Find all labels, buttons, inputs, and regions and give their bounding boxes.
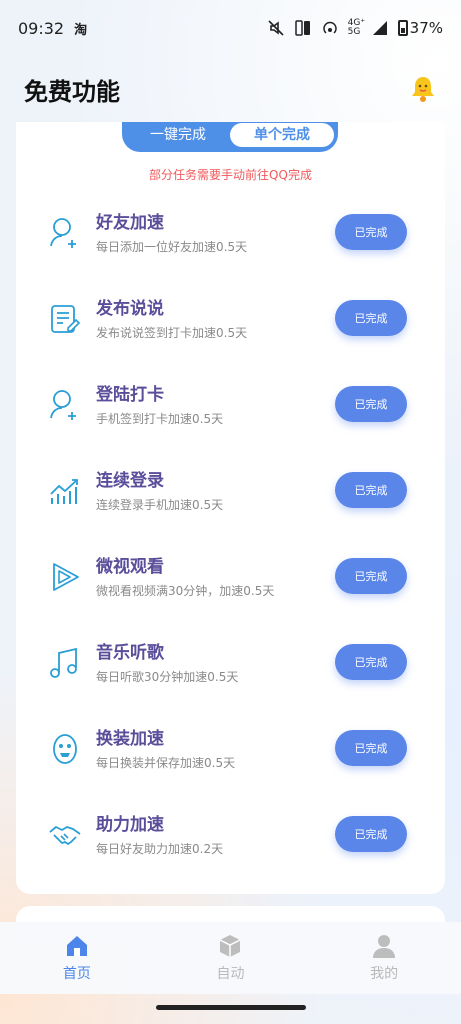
completed-button[interactable]: 已完成 xyxy=(335,386,407,422)
task-row: 连续登录 连续登录手机加速0.5天 已完成 xyxy=(16,450,445,536)
task-desc: 微视看视频满30分钟，加速0.5天 xyxy=(96,584,275,598)
taobao-notification-icon: 淘 xyxy=(74,22,88,38)
battery-icon xyxy=(397,20,408,36)
home-icon xyxy=(66,936,87,956)
battery-percent: 37% xyxy=(409,19,443,37)
growth-chart-icon xyxy=(50,479,78,504)
music-note-icon xyxy=(50,647,77,678)
tab-single[interactable]: 单个完成 xyxy=(230,123,334,147)
add-friend-icon xyxy=(50,218,76,248)
task-title: 连续登录 xyxy=(96,471,164,491)
page-title: 免费功能 xyxy=(24,77,120,106)
completed-button[interactable]: 已完成 xyxy=(335,730,407,766)
task-card: 一键完成 单个完成 部分任务需要手动前往QQ完成 好友加速 每日添加一位好友加速… xyxy=(16,122,445,894)
task-desc: 每日添加一位好友加速0.5天 xyxy=(96,240,248,254)
home-indicator xyxy=(156,1005,306,1010)
status-time: 09:32 xyxy=(18,18,65,38)
network-type: 4G⁺ 5G xyxy=(347,18,366,37)
task-title: 发布说说 xyxy=(96,299,164,319)
task-desc: 每日换装并保存加速0.5天 xyxy=(96,756,236,770)
task-title: 助力加速 xyxy=(96,815,164,835)
header: 免费功能 xyxy=(0,56,461,122)
hotspot-icon xyxy=(322,21,337,34)
nav-auto[interactable]: 自动 xyxy=(180,933,280,983)
task-title: 登陆打卡 xyxy=(96,385,164,405)
task-desc: 发布说说签到打卡加速0.5天 xyxy=(96,326,248,340)
mode-switch: 一键完成 单个完成 xyxy=(122,122,338,152)
task-desc: 手机签到打卡加速0.5天 xyxy=(96,412,224,426)
profile-icon xyxy=(373,935,396,958)
task-row: 音乐听歌 每日听歌30分钟加速0.5天 已完成 xyxy=(16,622,445,708)
nav-mine[interactable]: 我的 xyxy=(334,933,434,983)
task-desc: 每日听歌30分钟加速0.5天 xyxy=(96,670,239,684)
nav-label: 自动 xyxy=(216,966,245,982)
task-title: 音乐听歌 xyxy=(96,643,164,663)
nav-label: 我的 xyxy=(370,966,399,982)
completed-button[interactable]: 已完成 xyxy=(335,214,407,250)
status-right: 4G⁺ 5G 37% xyxy=(267,19,443,37)
battery-indicator: 37% xyxy=(397,19,443,37)
post-note-icon xyxy=(51,305,81,333)
play-icon xyxy=(53,563,79,591)
task-row: 换装加速 每日换装并保存加速0.5天 已完成 xyxy=(16,708,445,794)
signal-icon xyxy=(372,21,387,35)
nfc-icon xyxy=(294,20,310,36)
completed-button[interactable]: 已完成 xyxy=(335,300,407,336)
bell-icon[interactable] xyxy=(409,74,437,104)
tab-one-click[interactable]: 一键完成 xyxy=(126,123,230,147)
bottom-nav: 首页 自动 我的 xyxy=(0,922,461,994)
task-row: 登陆打卡 手机签到打卡加速0.5天 已完成 xyxy=(16,364,445,450)
status-bar: 09:32 淘 4G⁺ 5G 37% xyxy=(0,0,461,56)
handshake-icon xyxy=(49,826,81,845)
cube-icon xyxy=(220,935,241,957)
avatar-face-icon xyxy=(53,734,77,764)
notice-text: 部分任务需要手动前往QQ完成 xyxy=(149,168,312,182)
task-title: 换装加速 xyxy=(96,729,164,749)
nav-home[interactable]: 首页 xyxy=(27,933,127,983)
task-row: 好友加速 每日添加一位好友加速0.5天 已完成 xyxy=(16,192,445,278)
checkin-user-icon xyxy=(50,390,76,420)
task-title: 微视观看 xyxy=(96,557,164,577)
completed-button[interactable]: 已完成 xyxy=(335,472,407,508)
completed-button[interactable]: 已完成 xyxy=(335,558,407,594)
task-title: 好友加速 xyxy=(96,213,164,233)
mute-icon xyxy=(268,20,284,36)
completed-button[interactable]: 已完成 xyxy=(335,816,407,852)
task-row: 发布说说 发布说说签到打卡加速0.5天 已完成 xyxy=(16,278,445,364)
completed-button[interactable]: 已完成 xyxy=(335,644,407,680)
nav-label: 首页 xyxy=(62,966,91,982)
task-row: 助力加速 每日好友助力加速0.2天 已完成 xyxy=(16,794,445,880)
task-desc: 连续登录手机加速0.5天 xyxy=(96,498,224,512)
task-row: 微视观看 微视看视频满30分钟，加速0.5天 已完成 xyxy=(16,536,445,622)
task-desc: 每日好友助力加速0.2天 xyxy=(96,842,224,856)
status-left: 09:32 淘 xyxy=(18,19,87,38)
